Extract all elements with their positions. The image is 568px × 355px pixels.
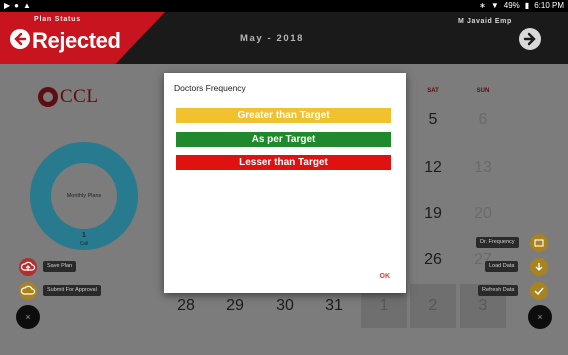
- cloud-upload-icon: [20, 261, 36, 271]
- cal-day[interactable]: 5: [410, 98, 456, 142]
- close-right-button[interactable]: ×: [528, 305, 552, 329]
- donut-count: 1: [82, 232, 86, 239]
- cal-header-sun: SUN: [476, 88, 490, 94]
- monthly-plans-donut: Monthly Plans 1 Call: [30, 142, 138, 250]
- back-arrow-icon: [14, 32, 27, 46]
- save-plan-label[interactable]: Save Plan: [43, 261, 77, 272]
- logo-text: CCL: [60, 86, 99, 107]
- submit-approval-button[interactable]: [19, 282, 37, 300]
- battery-icon: ▮: [524, 1, 530, 10]
- ok-button[interactable]: OK: [380, 273, 391, 280]
- check-icon: [534, 287, 544, 296]
- dr-frequency-label[interactable]: Dr. Frequency: [476, 237, 519, 248]
- plan-status-value: Rejected: [32, 28, 121, 53]
- back-button[interactable]: [10, 29, 30, 49]
- status-bar-right: ∗ ▼ 49% ▮ 6:10 PM: [479, 1, 564, 10]
- donut-hole: Monthly Plans: [51, 163, 117, 229]
- app-header: Plan Status Rejected May - 2018 M Javaid…: [0, 12, 568, 64]
- warning-icon: ▲: [23, 1, 31, 10]
- load-data-label[interactable]: Load Data: [485, 261, 519, 272]
- chart-icon: [534, 239, 544, 247]
- clock: 6:10 PM: [534, 1, 564, 10]
- legend-lesser-than-target: Lesser than Target: [176, 155, 391, 170]
- close-icon: ×: [25, 312, 31, 322]
- status-bar-left: ▶ ● ▲: [4, 1, 31, 10]
- cal-day[interactable]: 19: [410, 192, 456, 236]
- cal-day-next-month[interactable]: 2: [410, 284, 456, 328]
- close-icon: ×: [537, 312, 543, 322]
- forward-arrow-icon: [523, 32, 536, 46]
- submit-icon: [20, 285, 36, 295]
- month-title: May - 2018: [240, 33, 305, 44]
- submit-approval-label[interactable]: Submit For Approval: [43, 285, 101, 296]
- next-month-button[interactable]: [519, 28, 541, 50]
- donut-sub: Call: [79, 241, 89, 247]
- cal-day[interactable]: 20: [460, 192, 506, 236]
- dialog-title: Doctors Frequency: [174, 83, 246, 93]
- close-left-button[interactable]: ×: [16, 305, 40, 329]
- cal-day[interactable]: 6: [460, 98, 506, 142]
- download-icon: [535, 263, 543, 271]
- cal-day[interactable]: 26: [410, 238, 456, 282]
- cal-day[interactable]: 13: [460, 146, 506, 190]
- play-icon: ▶: [4, 1, 11, 10]
- save-plan-button[interactable]: [19, 258, 37, 276]
- cal-day[interactable]: 12: [410, 146, 456, 190]
- wifi-icon: ▼: [490, 1, 499, 10]
- logo-mark-icon: [38, 87, 58, 107]
- plan-status-label: Plan Status: [34, 16, 81, 23]
- legend-as-per-target: As per Target: [176, 132, 391, 147]
- refresh-data-label[interactable]: Refresh Data: [478, 285, 519, 296]
- settings-dot-icon: ●: [14, 1, 19, 10]
- refresh-data-button[interactable]: [530, 282, 548, 300]
- user-name: M Javaid Emp: [458, 18, 512, 25]
- load-data-button[interactable]: [530, 258, 548, 276]
- dr-frequency-button[interactable]: [530, 234, 548, 252]
- battery-text: 49%: [503, 1, 520, 10]
- company-logo: CCL: [38, 86, 98, 108]
- status-bar: ▶ ● ▲ ∗ ▼ 49% ▮ 6:10 PM: [0, 0, 568, 12]
- cal-header-sat: SAT: [427, 88, 439, 94]
- legend-greater-than-target: Greater than Target: [176, 108, 391, 123]
- bluetooth-icon: ∗: [479, 1, 486, 10]
- doctors-frequency-dialog: Doctors Frequency Greater than Target As…: [164, 73, 406, 293]
- donut-label: Monthly Plans: [66, 193, 102, 199]
